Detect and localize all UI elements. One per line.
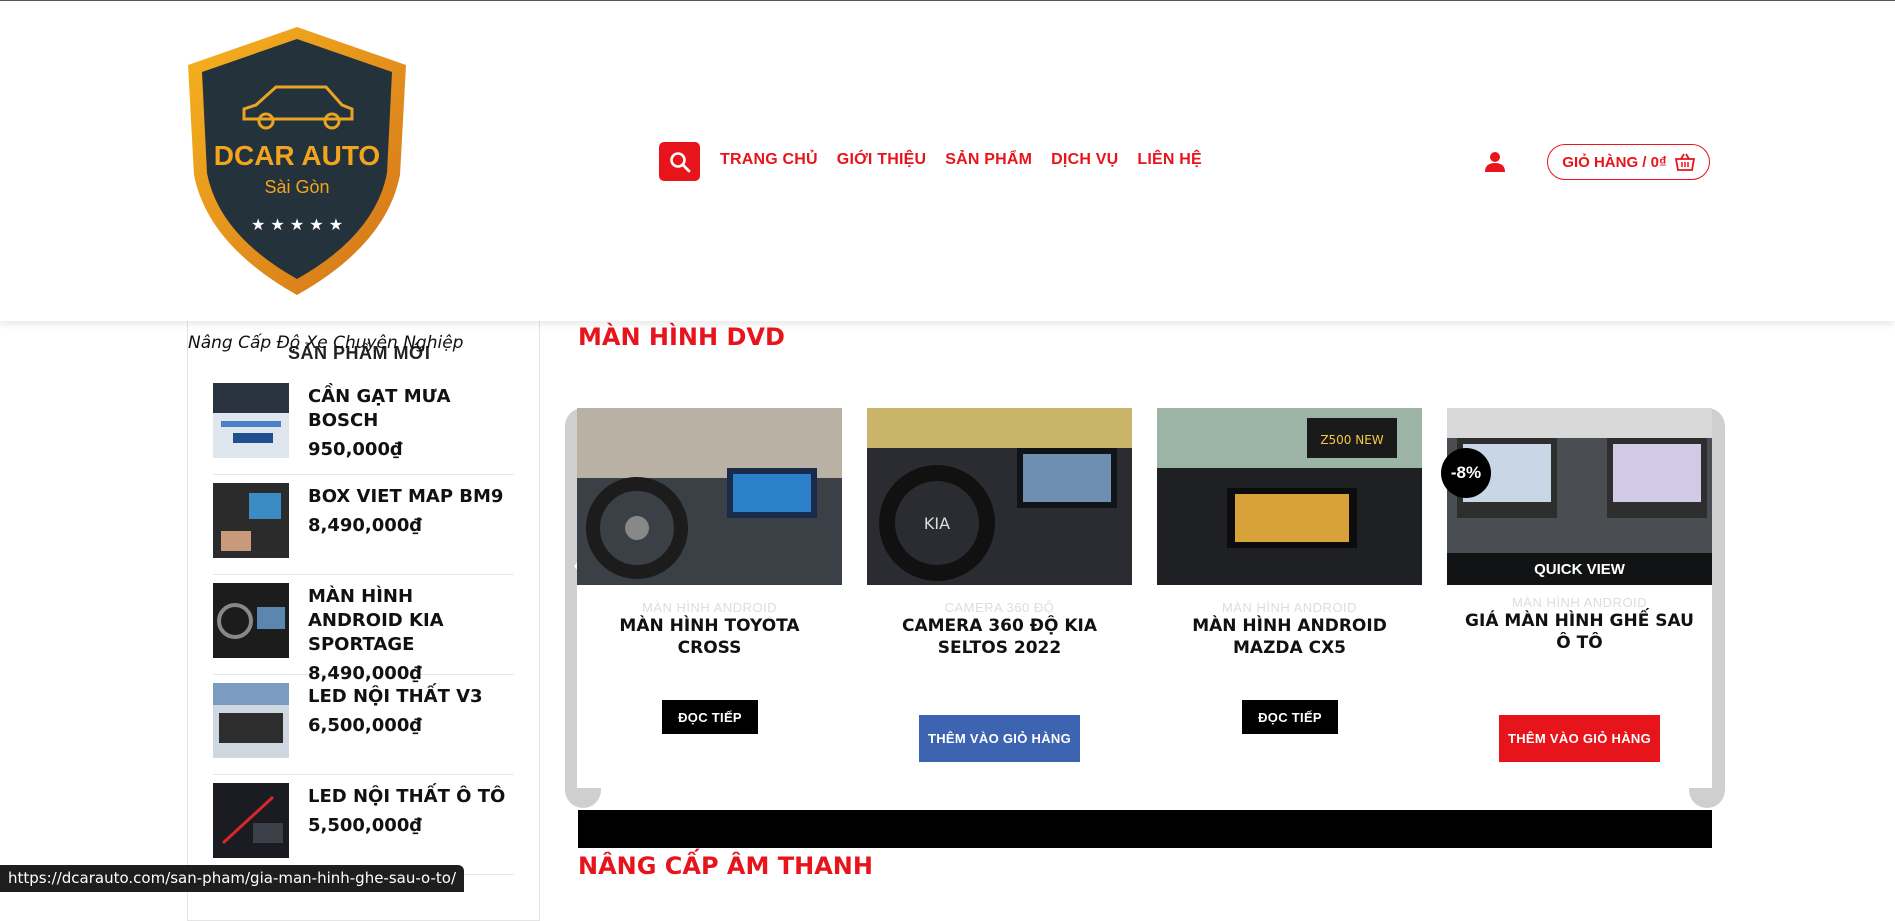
product-carousel: ‹ › MÀN HÌNH ANDROID MÀN HÌNH TOYOTA CRO… — [565, 408, 1725, 808]
product-title: MÀN HÌNH TOYOTA CROSS — [619, 616, 800, 658]
cart-button[interactable]: GIỎ HÀNG / 0₫ — [1547, 144, 1710, 180]
sidebar-product-name: CẦN GẠT MƯA BOSCH — [308, 386, 451, 431]
sidebar-product-item[interactable]: LED NỘI THẤT Ô TÔ 5,500,000₫ — [213, 775, 514, 875]
svg-text:DCAR AUTO: DCAR AUTO — [214, 140, 380, 171]
sidebar-product-item[interactable]: LED NỘI THẤT V3 6,500,000₫ — [213, 675, 514, 775]
site-header: DCAR AUTO Sài Gòn ★ ★ ★ ★ ★ TRANG CHỦ GI… — [0, 1, 1895, 321]
search-icon — [669, 151, 690, 172]
sidebar-product-name: LED NỘI THẤT Ô TÔ — [308, 786, 506, 807]
nav-item-about[interactable]: GIỚI THIỆU — [837, 151, 926, 169]
sidebar-product-price: 950,000₫ — [308, 439, 403, 460]
section-title-dvd: MÀN HÌNH DVD — [578, 323, 785, 351]
basket-icon — [1674, 153, 1695, 171]
nav-item-home[interactable]: TRANG CHỦ — [720, 151, 818, 169]
product-thumbnail — [213, 683, 289, 758]
product-title: MÀN HÌNH ANDROID MAZDA CX5 — [1192, 616, 1387, 658]
product-thumbnail — [213, 783, 289, 858]
product-image: QUICK VIEW — [1447, 408, 1712, 585]
product-card[interactable]: Z500 NEW MÀN HÌNH ANDROID MÀN HÌNH ANDRO… — [1157, 408, 1422, 788]
user-icon[interactable] — [1483, 150, 1507, 174]
section-divider-band — [578, 810, 1712, 848]
cart-label: GIỎ HÀNG / 0₫ — [1562, 153, 1667, 171]
sidebar-product-price: 8,490,000₫ — [308, 515, 422, 536]
svg-text:★ ★ ★ ★ ★: ★ ★ ★ ★ ★ — [251, 215, 343, 234]
product-thumbnail — [213, 483, 289, 558]
product-thumbnail — [213, 583, 289, 658]
product-thumbnail — [213, 383, 289, 458]
sidebar-product-item[interactable]: CẦN GẠT MƯA BOSCH 950,000₫ — [213, 375, 514, 475]
sidebar-product-price: 6,500,000₫ — [308, 715, 422, 736]
product-title: GIÁ MÀN HÌNH GHẾ SAU Ô TÔ — [1465, 611, 1694, 653]
product-image: Z500 NEW — [1157, 408, 1422, 585]
svg-text:KIA: KIA — [924, 514, 950, 533]
product-card[interactable]: KIA CAMERA 360 ĐỘ CAMERA 360 ĐỘ KIA SELT… — [867, 408, 1132, 788]
sidebar-product-name: LED NỘI THẤT V3 — [308, 686, 483, 707]
product-card[interactable]: QUICK VIEW -8% MÀN HÌNH ANDROID GIÁ MÀN … — [1441, 408, 1712, 788]
sidebar-product-item[interactable]: BOX VIET MAP BM9 8,490,000₫ — [213, 475, 514, 575]
section-title-audio: NÂNG CẤP ÂM THANH — [578, 852, 873, 880]
shield-logo-icon: DCAR AUTO Sài Gòn ★ ★ ★ ★ ★ — [188, 27, 406, 295]
nav-item-services[interactable]: DỊCH VỤ — [1051, 151, 1118, 169]
read-more-button[interactable]: ĐỌC TIẾP — [1242, 700, 1338, 734]
svg-text:Z500 NEW: Z500 NEW — [1320, 433, 1383, 447]
product-card[interactable]: MÀN HÌNH ANDROID MÀN HÌNH TOYOTA CROSS Đ… — [577, 408, 842, 788]
quick-view-button[interactable]: QUICK VIEW — [1447, 553, 1712, 585]
add-to-cart-button[interactable]: THÊM VÀO GIỎ HÀNG — [1499, 715, 1660, 762]
add-to-cart-button[interactable]: THÊM VÀO GIỎ HÀNG — [919, 715, 1080, 762]
site-tagline: Nâng Cấp Độ Xe Chuyên Nghiệp — [188, 333, 464, 353]
svg-text:Sài Gòn: Sài Gòn — [264, 177, 329, 197]
product-category: CAMERA 360 ĐỘ — [944, 600, 1055, 615]
product-image — [577, 408, 842, 585]
main-nav: TRANG CHỦ GIỚI THIỆU SẢN PHẨM DỊCH VỤ LI… — [720, 151, 1202, 169]
search-button[interactable] — [659, 142, 700, 181]
browser-status-url: https://dcarauto.com/san-pham/gia-man-hi… — [0, 865, 465, 892]
product-category: MÀN HÌNH ANDROID — [1511, 595, 1648, 610]
product-category: MÀN HÌNH ANDROID — [641, 600, 778, 615]
sidebar-product-price: 5,500,000₫ — [308, 815, 422, 836]
discount-badge: -8% — [1441, 448, 1491, 498]
new-products-sidebar: SẢN PHẨM MỚI CẦN GẠT MƯA BOSCH 950,000₫ … — [187, 321, 540, 921]
site-logo[interactable]: DCAR AUTO Sài Gòn ★ ★ ★ ★ ★ — [186, 25, 408, 297]
sidebar-product-item[interactable]: MÀN HÌNH ANDROID KIA SPORTAGE 8,490,000₫ — [213, 575, 514, 684]
product-category: MÀN HÌNH ANDROID — [1221, 600, 1358, 615]
sidebar-product-name: BOX VIET MAP BM9 — [308, 486, 504, 507]
product-image: KIA — [867, 408, 1132, 585]
read-more-button[interactable]: ĐỌC TIẾP — [662, 700, 758, 734]
nav-item-products[interactable]: SẢN PHẨM — [945, 151, 1032, 169]
nav-item-contact[interactable]: LIÊN HỆ — [1137, 151, 1202, 169]
product-title: CAMERA 360 ĐỘ KIA SELTOS 2022 — [901, 616, 1097, 658]
sidebar-product-name: MÀN HÌNH ANDROID KIA SPORTAGE — [308, 586, 444, 655]
